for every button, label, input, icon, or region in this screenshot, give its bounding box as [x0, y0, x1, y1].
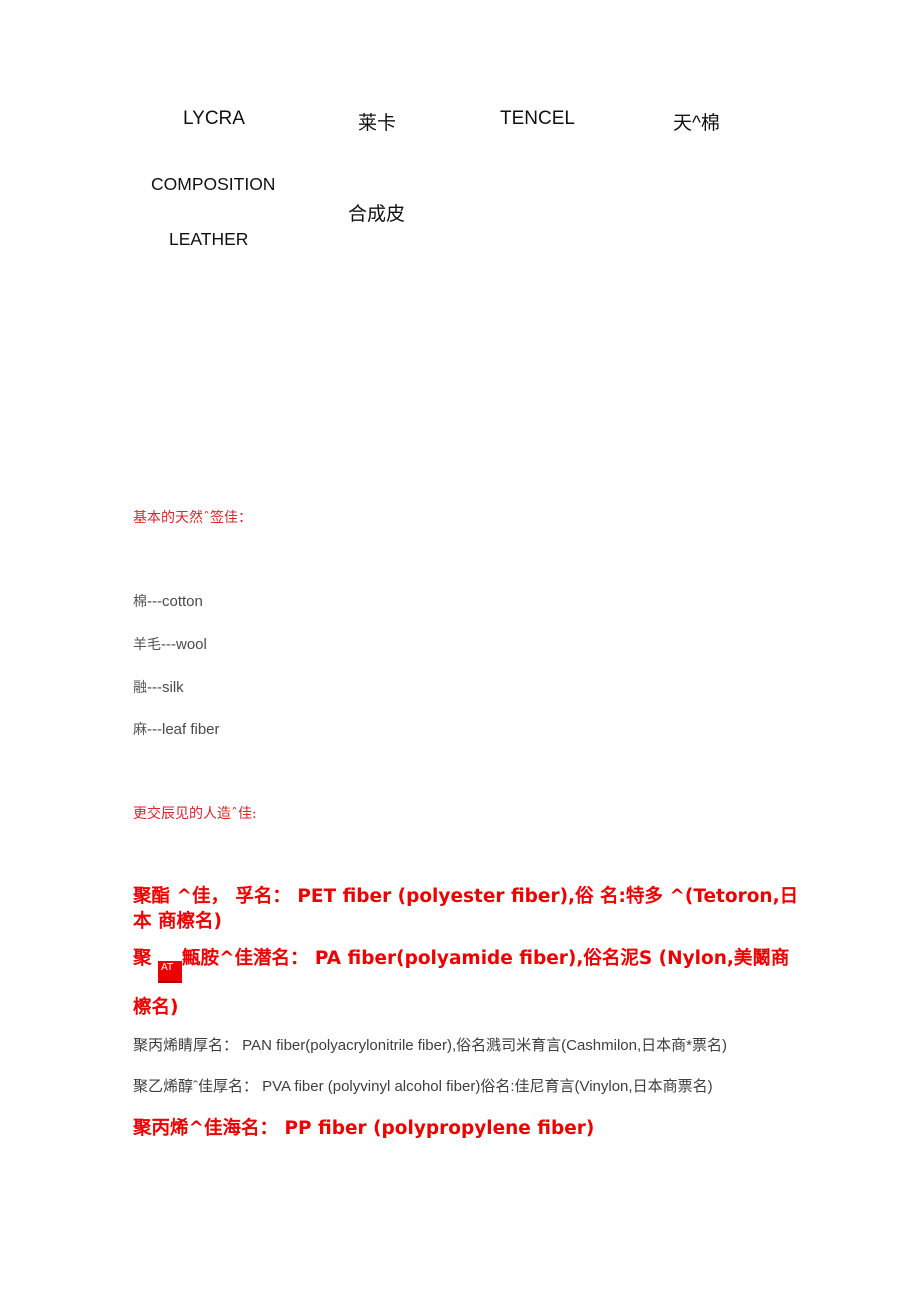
natural-fiber-en: ---wool — [161, 636, 207, 653]
natural-fibers-heading: 基本的天然ˆ签佳： — [133, 510, 252, 526]
term-composition-leather-zh: 合成皮 — [348, 204, 406, 225]
natural-fiber-en: ---silk — [147, 679, 184, 696]
pp-fiber-line: 聚丙烯^佳海名： PP fiber (polypropylene fiber) — [133, 1118, 595, 1139]
natural-fiber-item-silk: 融---silk — [133, 677, 184, 697]
term-leather: LEATHER — [169, 229, 249, 249]
natural-fiber-zh: 棉 — [133, 594, 147, 610]
pet-fiber-line-2: 本 商檫名) — [133, 911, 222, 932]
pa-fiber-line-1: 聚 AT 甒胺^佳潜名： PA fiber(polyamide fiber),俗名… — [133, 944, 789, 983]
term-lycra-zh: 莱卡 — [358, 113, 397, 134]
natural-fiber-zh: 羊毛 — [133, 637, 161, 653]
pa-fiber-rest: 甒胺^佳潜名： PA fiber(polyamide fiber),俗名泥S (… — [181, 948, 790, 969]
term-composition: COMPOSITION — [151, 174, 276, 194]
pan-fiber-line: 聚丙烯睛厚名： PAN fiber(polyacrylonitrile fibe… — [133, 1037, 727, 1054]
pa-fiber-prefix: 聚 — [133, 948, 158, 969]
natural-fiber-item-wool: 羊毛---wool — [133, 634, 207, 654]
natural-fiber-item-cotton: 棉---cotton — [133, 591, 203, 611]
natural-fiber-en: ---leaf fiber — [147, 721, 220, 738]
manmade-fibers-heading: 更交辰见的人造ˆ佳: — [133, 806, 257, 822]
image-placeholder-badge: AT — [157, 961, 182, 983]
pa-fiber-line-2: 檫名) — [133, 997, 179, 1018]
term-lycra: LYCRA — [183, 108, 245, 129]
natural-fiber-zh: 融 — [133, 680, 147, 696]
natural-fiber-item-leaf-fiber: 麻---leaf fiber — [133, 719, 220, 739]
natural-fiber-en: ---cotton — [147, 593, 203, 610]
term-tencel-zh: 天^棉 — [673, 113, 720, 134]
natural-fiber-zh: 麻 — [133, 722, 147, 738]
pet-fiber-line-1: 聚酯 ^佳， 孚名： PET fiber (polyester fiber),俗… — [133, 886, 799, 907]
term-tencel: TENCEL — [500, 108, 575, 129]
pva-fiber-line: 聚乙烯醇ˆ佳厚名： PVA fiber (polyvinyl alcohol f… — [133, 1078, 713, 1095]
